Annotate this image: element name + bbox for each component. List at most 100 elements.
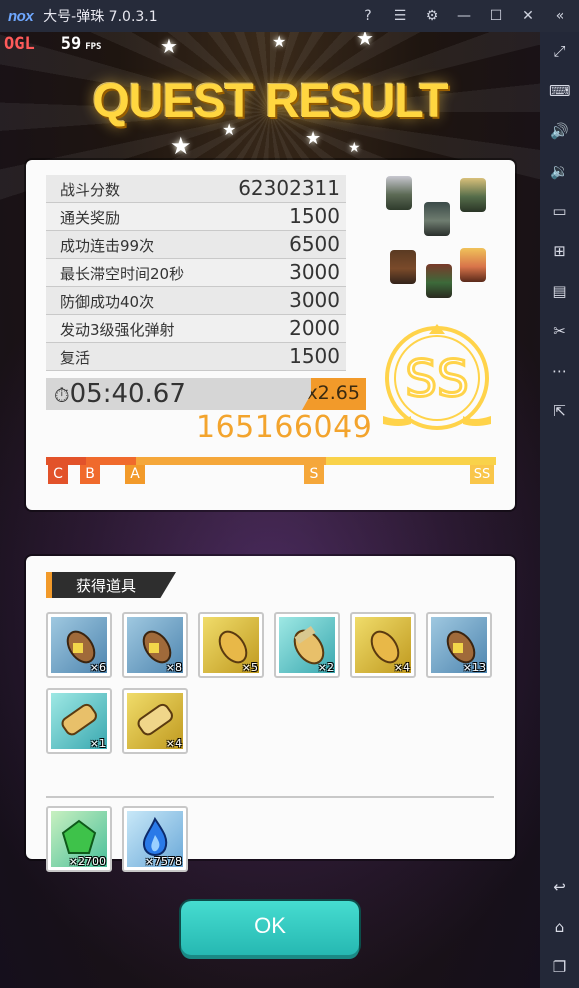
- quest-result-title: QUEST RESULT: [92, 75, 448, 128]
- score-row-label: 战斗分数: [60, 181, 121, 199]
- score-row-value: 2000: [289, 316, 340, 340]
- score-row-label: 发动3级强化弹射: [60, 321, 175, 339]
- score-breakdown: 战斗分数 62302311 通关奖励 1500 成功连击99次 6500 最长滞空时间…: [46, 175, 346, 371]
- more-icon[interactable]: ⋯: [549, 361, 570, 382]
- score-row-label: 复活: [60, 349, 91, 367]
- fps-label: FPS: [85, 42, 102, 52]
- star-icon: ★: [305, 128, 322, 149]
- star-icon: ★: [170, 132, 192, 160]
- window-titlebar: nox 大号-弹珠 7.0.3.1 ? ☰ ⚙ — ☐ ✕ «: [0, 0, 579, 32]
- settings-icon[interactable]: ⚙: [423, 7, 441, 25]
- character-sprite: [460, 178, 486, 212]
- fullscreen-icon[interactable]: ⤢: [549, 41, 570, 62]
- item-slot[interactable]: ×4: [122, 688, 188, 754]
- character-sprite: [386, 176, 412, 210]
- ok-button[interactable]: OK: [181, 901, 359, 955]
- volume-up-icon[interactable]: 🔊: [549, 121, 570, 142]
- home-icon[interactable]: ⌂: [549, 917, 570, 938]
- score-row-label: 最长滞空时间20秒: [60, 265, 185, 283]
- clear-time: ⏱05:40.67: [54, 379, 186, 409]
- item-slot[interactable]: ×5: [198, 612, 264, 678]
- item-slot[interactable]: ×6: [46, 612, 112, 678]
- item-count: ×8: [165, 661, 182, 674]
- section-accent: [46, 572, 52, 598]
- help-icon[interactable]: ?: [359, 7, 377, 25]
- party-sprites: [382, 168, 502, 300]
- emulator-sidebar: ⤢ ⌨ 🔊 🔉 ▭ ⊞ ▤ ✂ ⋯ ⇱ ↩ ⌂ ❐: [540, 32, 579, 988]
- ok-button-label: OK: [254, 913, 286, 938]
- item-count: ×5: [241, 661, 258, 674]
- collapse-icon[interactable]: «: [551, 7, 569, 25]
- gauge-label-s: S: [304, 465, 324, 484]
- apk-install-icon[interactable]: ⊞: [549, 241, 570, 262]
- minimize-icon[interactable]: —: [455, 7, 473, 25]
- score-row: 防御成功40次 3000: [46, 287, 346, 315]
- items-divider: [46, 796, 494, 798]
- item-slot[interactable]: ×4: [350, 612, 416, 678]
- maximize-icon[interactable]: ☐: [487, 7, 505, 25]
- screen-icon[interactable]: ▭: [549, 201, 570, 222]
- nox-logo: nox: [8, 7, 34, 25]
- score-row-label: 通关奖励: [60, 209, 121, 227]
- score-row: 发动3级强化弹射 2000: [46, 315, 346, 343]
- item-count: ×4: [393, 661, 410, 674]
- item-slot[interactable]: ×2: [274, 612, 340, 678]
- multiplier-value: x2.65: [306, 382, 360, 404]
- star-icon: ★: [160, 34, 178, 58]
- score-row: 最长滞空时间20秒 3000: [46, 259, 346, 287]
- star-icon: ★: [348, 140, 361, 156]
- keyboard-icon[interactable]: ⌨: [549, 81, 571, 102]
- recent-apps-icon[interactable]: ❐: [549, 957, 570, 978]
- multiplier-badge: x2.65: [302, 378, 366, 410]
- items-panel: 获得道具 ×6 ×8 ×5 ×2 ×4 ×13 ×1 ×4 ×2700 ×757…: [26, 556, 515, 872]
- rank-label: SS: [405, 350, 468, 408]
- item-count: ×1: [89, 737, 106, 750]
- character-sprite: [390, 250, 416, 284]
- gauge-label-b: B: [80, 465, 100, 484]
- item-count: ×4: [165, 737, 182, 750]
- clear-time-bar: ⏱05:40.67 x2.65: [46, 378, 366, 410]
- item-count: ×6: [89, 661, 106, 674]
- score-row-value: 62302311: [238, 176, 340, 200]
- score-row-value: 1500: [289, 204, 340, 228]
- currency-count: ×2700: [68, 855, 106, 868]
- score-row-value: 3000: [289, 260, 340, 284]
- item-count: ×2: [317, 661, 334, 674]
- clear-time-value: 05:40.67: [69, 379, 186, 409]
- score-row-label: 成功连击99次: [60, 237, 155, 255]
- gauge-label-ss: SS: [470, 465, 494, 484]
- star-icon: ★: [356, 32, 374, 50]
- item-count: ×13: [462, 661, 486, 674]
- multi-window-icon[interactable]: ▤: [549, 281, 570, 302]
- volume-down-icon[interactable]: 🔉: [549, 161, 570, 182]
- window-controls: ? ☰ ⚙ — ☐ ✕ «: [359, 0, 569, 32]
- fps-overlay: OGL 59 FPS: [4, 34, 101, 54]
- item-slot[interactable]: ×13: [426, 612, 492, 678]
- score-row: 成功连击99次 6500: [46, 231, 346, 259]
- currency-slot[interactable]: ×2700: [46, 806, 112, 872]
- item-slot[interactable]: ×8: [122, 612, 188, 678]
- currency-slot[interactable]: ×7578: [122, 806, 188, 872]
- open-external-icon[interactable]: ⇱: [549, 401, 570, 422]
- items-section-title: 获得道具: [76, 577, 137, 595]
- back-icon[interactable]: ↩: [549, 877, 570, 898]
- score-row-label: 防御成功40次: [60, 293, 155, 311]
- score-panel: 战斗分数 62302311 通关奖励 1500 成功连击99次 6500 最长滞空时间…: [26, 160, 515, 510]
- currency-count: ×7578: [144, 855, 182, 868]
- character-sprite: [424, 202, 450, 236]
- character-sprite: [460, 248, 486, 282]
- window-title: 大号-弹珠 7.0.3.1: [43, 9, 158, 25]
- ogl-label: OGL: [4, 34, 35, 54]
- scissors-icon[interactable]: ✂: [549, 321, 570, 342]
- gauge-segment-a: [136, 457, 326, 465]
- character-sprite: [426, 264, 452, 298]
- score-row-value: 1500: [289, 344, 340, 368]
- score-row: 通关奖励 1500: [46, 203, 346, 231]
- close-icon[interactable]: ✕: [519, 7, 537, 25]
- menu-icon[interactable]: ☰: [391, 7, 409, 25]
- star-icon: ★: [272, 32, 287, 51]
- score-row: 战斗分数 62302311: [46, 175, 346, 203]
- item-slot[interactable]: ×1: [46, 688, 112, 754]
- score-row-value: 6500: [289, 232, 340, 256]
- gauge-label-c: C: [48, 465, 68, 484]
